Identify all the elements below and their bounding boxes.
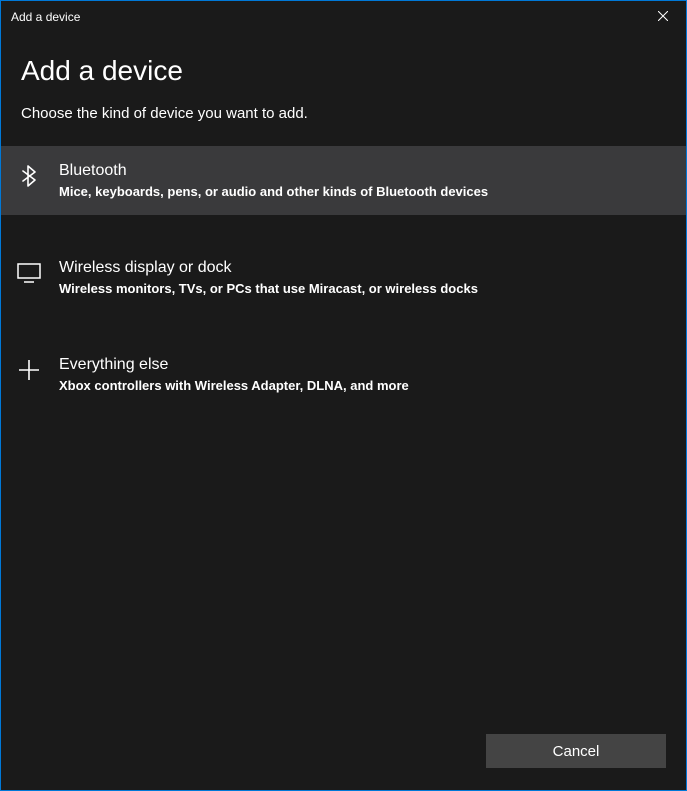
option-title: Everything else: [59, 356, 666, 374]
footer: Cancel: [1, 734, 686, 790]
options-list: Bluetooth Mice, keyboards, pens, or audi…: [1, 146, 686, 437]
close-icon: [658, 10, 668, 24]
content: Add a device Choose the kind of device y…: [1, 33, 686, 790]
page-heading: Add a device: [21, 55, 666, 87]
option-title: Bluetooth: [59, 162, 666, 180]
plus-icon: [17, 358, 41, 382]
option-text: Everything else Xbox controllers with Wi…: [59, 356, 666, 393]
close-button[interactable]: [640, 1, 686, 33]
cancel-button[interactable]: Cancel: [486, 734, 666, 768]
header: Add a device Choose the kind of device y…: [1, 33, 686, 132]
option-desc: Xbox controllers with Wireless Adapter, …: [59, 378, 666, 393]
option-desc: Mice, keyboards, pens, or audio and othe…: [59, 184, 666, 199]
titlebar: Add a device: [1, 1, 686, 33]
option-text: Bluetooth Mice, keyboards, pens, or audi…: [59, 162, 666, 199]
add-device-window: Add a device Add a device Choose the kin…: [1, 1, 686, 790]
option-title: Wireless display or dock: [59, 259, 666, 277]
option-bluetooth[interactable]: Bluetooth Mice, keyboards, pens, or audi…: [1, 146, 686, 215]
bluetooth-icon: [17, 164, 41, 188]
option-desc: Wireless monitors, TVs, or PCs that use …: [59, 281, 666, 296]
display-icon: [17, 261, 41, 285]
spacer: [1, 437, 686, 734]
option-text: Wireless display or dock Wireless monito…: [59, 259, 666, 296]
option-wireless-display[interactable]: Wireless display or dock Wireless monito…: [1, 243, 686, 312]
page-subheading: Choose the kind of device you want to ad…: [21, 105, 666, 122]
window-title: Add a device: [11, 10, 80, 24]
option-everything-else[interactable]: Everything else Xbox controllers with Wi…: [1, 340, 686, 409]
